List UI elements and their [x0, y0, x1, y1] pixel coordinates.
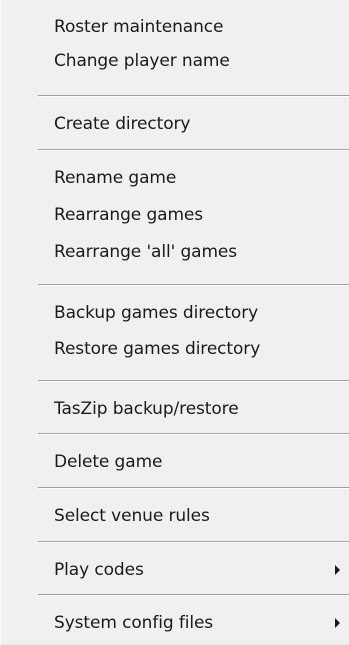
menu-item-system-config-files[interactable]: System config files: [1, 606, 349, 640]
menu-item-taszip-backup-restore[interactable]: TasZip backup/restore: [1, 392, 349, 426]
menu-separator: [38, 380, 349, 382]
menu-item-restore-games-directory[interactable]: Restore games directory: [1, 332, 349, 366]
menu-item-label: Select venue rules: [54, 506, 210, 526]
menu-item-label: TasZip backup/restore: [54, 399, 239, 419]
menu-item-label: Delete game: [54, 452, 163, 472]
menu-item-label: Create directory: [54, 114, 191, 134]
menu-item-rearrange-all-games[interactable]: Rearrange 'all' games: [1, 235, 349, 269]
menu-item-label: System config files: [54, 613, 214, 633]
menu-item-delete-game[interactable]: Delete game: [1, 445, 349, 479]
submenu-arrow-icon: [335, 565, 340, 575]
menu-item-create-directory[interactable]: Create directory: [1, 107, 349, 141]
menu-item-label: Restore games directory: [54, 339, 261, 359]
menu-item-rename-game[interactable]: Rename game: [1, 161, 349, 195]
menu-item-label: Rearrange 'all' games: [54, 242, 238, 262]
menu-item-label: Rename game: [54, 168, 177, 188]
menu-separator: [38, 487, 349, 489]
menu-separator: [38, 541, 349, 543]
menu-separator: [38, 433, 349, 435]
submenu-arrow-icon: [335, 618, 340, 628]
menu-item-label: Change player name: [54, 51, 230, 71]
menu-item-select-venue-rules[interactable]: Select venue rules: [1, 499, 349, 533]
menu-item-change-player-name[interactable]: Change player name: [1, 44, 349, 78]
menu-item-label: Play codes: [54, 560, 144, 580]
menu-item-play-codes[interactable]: Play codes: [1, 553, 349, 587]
menu-item-label: Rearrange games: [54, 205, 204, 225]
menu-item-rearrange-games[interactable]: Rearrange games: [1, 198, 349, 232]
menu-item-roster-maintenance[interactable]: Roster maintenance: [1, 10, 349, 44]
context-menu: Roster maintenance Change player name Cr…: [0, 0, 349, 645]
menu-separator: [38, 95, 349, 97]
menu-separator: [38, 284, 349, 286]
menu-item-backup-games-directory[interactable]: Backup games directory: [1, 296, 349, 330]
menu-item-label: Roster maintenance: [54, 17, 224, 37]
menu-separator: [38, 594, 349, 596]
menu-item-label: Backup games directory: [54, 303, 259, 323]
menu-separator: [38, 149, 349, 151]
